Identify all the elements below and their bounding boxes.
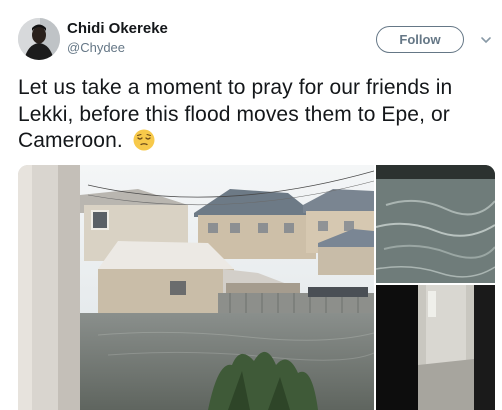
media-photo-top-right[interactable] (376, 165, 495, 283)
media-photo-bottom-right[interactable] (376, 285, 495, 410)
tweet-text: Let us take a moment to pray for our fri… (18, 75, 496, 155)
user-handle[interactable]: @Chydee (67, 40, 125, 55)
media-grid (18, 165, 495, 410)
pensive-face-icon (133, 129, 155, 151)
media-photo-main[interactable] (18, 165, 374, 410)
display-name[interactable]: Chidi Okereke (67, 20, 168, 37)
chevron-down-icon[interactable] (480, 33, 492, 45)
avatar[interactable] (18, 18, 60, 60)
tweet-body: Let us take a moment to pray for our fri… (18, 76, 453, 152)
follow-button[interactable]: Follow (376, 26, 464, 53)
